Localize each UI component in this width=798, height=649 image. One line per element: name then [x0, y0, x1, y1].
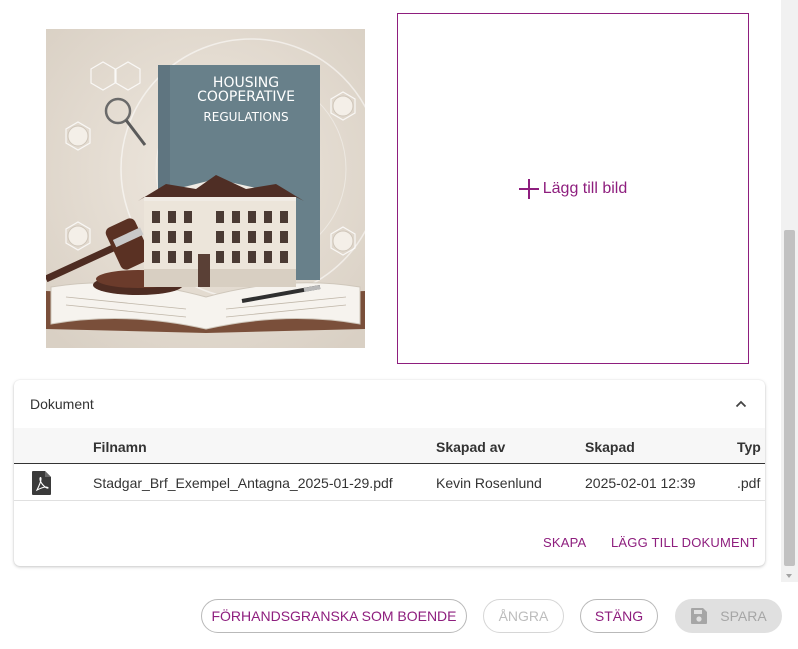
- preview-as-resident-button[interactable]: FÖRHANDSGRANSKA SOM BOENDE: [201, 599, 467, 633]
- column-header-created-by[interactable]: Skapad av: [436, 428, 505, 464]
- documents-actions: SKAPA LÄGG TILL DOKUMENT: [14, 530, 765, 556]
- cell-filename[interactable]: Stadgar_Brf_Exempel_Antagna_2025-01-29.p…: [93, 465, 393, 501]
- close-button[interactable]: STÄNG: [580, 599, 658, 633]
- save-button[interactable]: SPARA: [675, 599, 782, 633]
- column-header-created[interactable]: Skapad: [585, 428, 635, 464]
- add-image-tile[interactable]: Lägg till bild: [397, 13, 749, 364]
- documents-title: Dokument: [30, 396, 94, 412]
- documents-panel: Dokument Filnamn Skapad av Skapad Typ St…: [14, 380, 765, 566]
- save-icon: [691, 608, 708, 624]
- save-button-label: SPARA: [720, 608, 767, 624]
- plus-icon: [518, 178, 539, 199]
- content-vertical-scrollbar[interactable]: [781, 0, 798, 582]
- cell-created: 2025-02-01 12:39: [585, 475, 696, 491]
- documents-panel-header[interactable]: Dokument: [14, 380, 765, 428]
- column-header-filename[interactable]: Filnamn: [93, 428, 147, 464]
- edit-dialog-content: HOUSING COOPERATIVE REGULATIONS Lägg til…: [0, 0, 798, 649]
- table-row[interactable]: Stadgar_Brf_Exempel_Antagna_2025-01-29.p…: [14, 465, 765, 501]
- cell-type: .pdf: [737, 475, 761, 491]
- scroll-down-arrow-icon[interactable]: [786, 574, 792, 578]
- documents-table: Filnamn Skapad av Skapad Typ Stadgar_Brf…: [14, 428, 765, 518]
- cell-created-by: Kevin Rosenlund: [436, 475, 542, 491]
- svg-text:REGULATIONS: REGULATIONS: [203, 110, 288, 124]
- create-document-button[interactable]: SKAPA: [543, 530, 586, 556]
- undo-button[interactable]: ÅNGRA: [483, 599, 564, 633]
- svg-text:COOPERATIVE: COOPERATIVE: [197, 89, 295, 105]
- add-document-button[interactable]: LÄGG TILL DOKUMENT: [611, 530, 758, 556]
- column-header-type[interactable]: Typ: [737, 428, 761, 464]
- vertical-scrollbar-thumb[interactable]: [784, 230, 795, 566]
- table-header-row: Filnamn Skapad av Skapad Typ: [14, 428, 765, 464]
- regulations-illustration: HOUSING COOPERATIVE REGULATIONS: [46, 29, 365, 348]
- chevron-up-icon[interactable]: [735, 398, 747, 410]
- pdf-file-icon: [32, 471, 51, 495]
- add-image-label: Lägg till bild: [542, 179, 628, 197]
- regulations-image[interactable]: HOUSING COOPERATIVE REGULATIONS: [46, 29, 365, 348]
